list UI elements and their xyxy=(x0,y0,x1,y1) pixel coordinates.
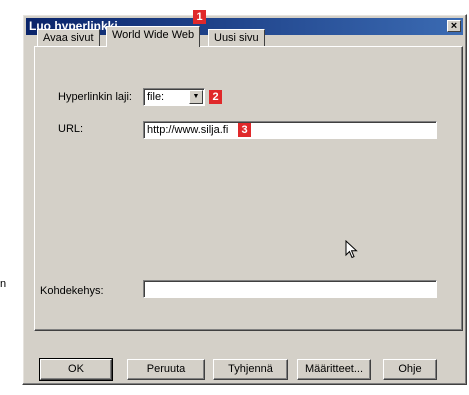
tab-new-page[interactable]: Uusi sivu xyxy=(208,29,265,47)
mouse-pointer-icon xyxy=(345,240,358,259)
clear-button[interactable]: Tyhjennä xyxy=(213,359,288,380)
tab-label: Uusi sivu xyxy=(214,32,259,44)
tab-label: World Wide Web xyxy=(112,29,195,41)
help-button-label: Ohje xyxy=(398,363,422,375)
hyperlink-type-select[interactable]: file: ▼ xyxy=(143,88,205,106)
cancel-button[interactable]: Peruuta xyxy=(127,359,205,380)
close-button[interactable]: × xyxy=(447,20,461,32)
cancel-button-label: Peruuta xyxy=(146,363,186,375)
tab-world-wide-web[interactable]: World Wide Web xyxy=(106,26,201,47)
callout-badge-2: 2 xyxy=(209,90,222,104)
callout-badge-3: 3 xyxy=(238,123,251,137)
target-frame-input[interactable] xyxy=(143,280,437,298)
chevron-down-icon[interactable]: ▼ xyxy=(189,90,203,104)
page-edge-text: n xyxy=(0,278,7,290)
url-input[interactable]: http://www.silja.fi xyxy=(143,121,437,139)
hyperlink-type-label: Hyperlinkin laji: xyxy=(58,91,132,103)
clear-button-label: Tyhjennä xyxy=(228,363,273,375)
tab-label: Avaa sivut xyxy=(43,32,94,44)
hyperlink-type-value: file: xyxy=(147,91,165,103)
url-value: http://www.silja.fi xyxy=(147,124,229,136)
tab-open-pages[interactable]: Avaa sivut xyxy=(37,29,100,47)
properties-button-label: Määritteet... xyxy=(304,363,364,375)
ok-button-label: OK xyxy=(68,363,84,375)
close-icon: × xyxy=(450,20,458,32)
help-button[interactable]: Ohje xyxy=(383,359,437,380)
callout-badge-1: 1 xyxy=(193,10,206,24)
target-frame-label: Kohdekehys: xyxy=(40,285,104,297)
properties-button[interactable]: Määritteet... xyxy=(297,359,371,380)
ok-button[interactable]: OK xyxy=(39,358,113,381)
url-label: URL: xyxy=(58,123,84,135)
